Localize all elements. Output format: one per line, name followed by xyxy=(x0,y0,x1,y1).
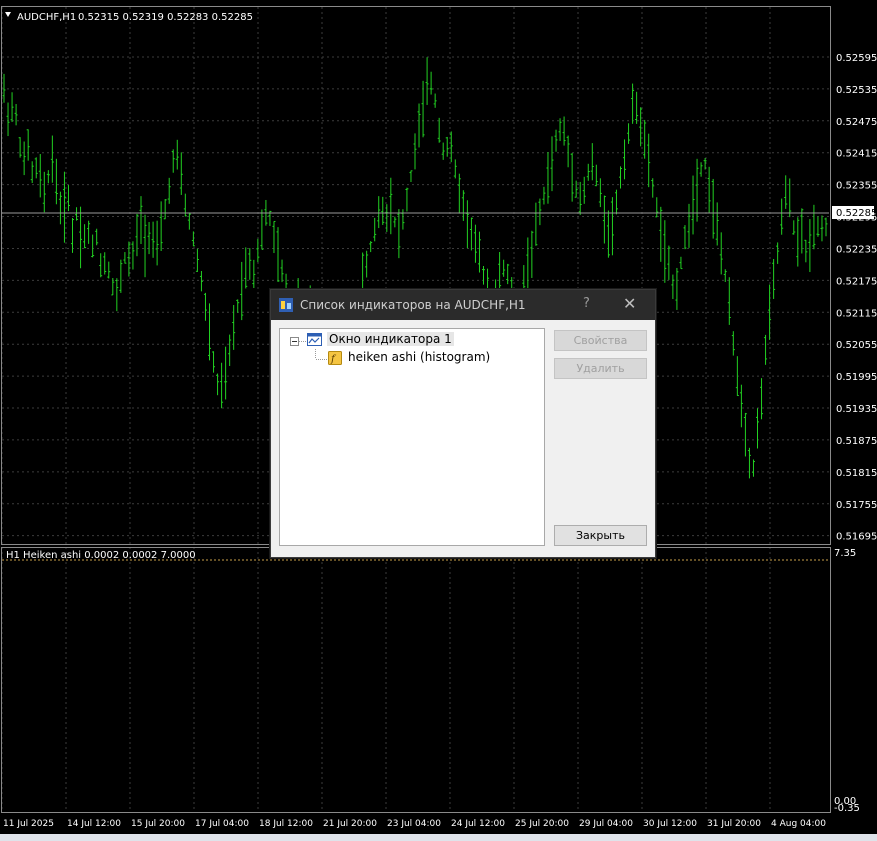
price-tick-label: 0.52115 xyxy=(836,308,877,319)
app-icon xyxy=(279,298,293,312)
tree-item-indicator-window[interactable]: Окно индикатора 1 xyxy=(327,332,454,346)
time-tick-label: 4 Aug 04:00 xyxy=(771,819,826,829)
price-tick-label: 0.51875 xyxy=(836,436,877,447)
time-tick-label: 23 Jul 04:00 xyxy=(387,819,441,829)
ohlc-readout: 0.52315 0.52319 0.52283 0.52285 xyxy=(78,12,253,23)
chart-symbol-title: AUDCHF,H1 xyxy=(17,12,76,23)
price-tick-label: 0.51755 xyxy=(836,500,877,511)
price-tick-label: 0.51935 xyxy=(836,404,877,415)
price-tick-label: 0.52415 xyxy=(836,149,877,160)
time-tick-label: 25 Jul 20:00 xyxy=(515,819,569,829)
price-tick-label: 0.52175 xyxy=(836,276,877,287)
tree-item-heiken-ashi[interactable]: heiken ashi (histogram) xyxy=(348,350,490,364)
time-tick-label: 11 Jul 2025 xyxy=(3,819,54,829)
dialog-title: Список индикаторов на AUDCHF,H1 xyxy=(300,298,526,312)
custom-indicator-icon: f xyxy=(328,351,342,365)
time-tick-label: 21 Jul 20:00 xyxy=(323,819,377,829)
price-tick-label: 0.51995 xyxy=(836,372,877,383)
indicator-window-icon xyxy=(307,333,322,346)
time-tick-label: 14 Jul 12:00 xyxy=(67,819,121,829)
properties-button[interactable]: Свойства xyxy=(554,330,647,351)
close-button[interactable]: Закрыть xyxy=(554,525,647,546)
price-tick-label: 0.52235 xyxy=(836,244,877,255)
dialog-titlebar[interactable]: Список индикаторов на AUDCHF,H1 ? ✕ xyxy=(271,290,655,320)
current-price-value: 0.52285 xyxy=(836,208,877,219)
price-tick-label: 0.52475 xyxy=(836,117,877,128)
time-tick-label: 29 Jul 04:00 xyxy=(579,819,633,829)
price-tick-label: 0.52595 xyxy=(836,53,877,64)
indicator-label: H1 Heiken ashi 0.0002 0.0002 7.0000 xyxy=(6,550,196,561)
help-icon[interactable]: ? xyxy=(583,296,590,311)
price-tick-label: 0.52355 xyxy=(836,181,877,192)
time-tick-label: 30 Jul 12:00 xyxy=(643,819,697,829)
close-icon[interactable]: ✕ xyxy=(623,294,636,313)
price-tick-label: 0.51815 xyxy=(836,468,877,479)
time-tick-label: 15 Jul 20:00 xyxy=(131,819,185,829)
time-tick-label: 24 Jul 12:00 xyxy=(451,819,505,829)
delete-button[interactable]: Удалить xyxy=(554,358,647,379)
indicator-tick-top: 7.35 xyxy=(834,548,856,559)
indicator-list-dialog: Список индикаторов на AUDCHF,H1 ? ✕ Окно… xyxy=(270,289,656,558)
indicator-tick-bottom: -0.35 xyxy=(834,803,860,814)
price-tick-label: 0.51695 xyxy=(836,532,877,543)
price-tick-label: 0.52055 xyxy=(836,340,877,351)
price-tick-label: 0.52535 xyxy=(836,85,877,96)
time-tick-label: 18 Jul 12:00 xyxy=(259,819,313,829)
bottom-scrollbar[interactable] xyxy=(0,834,877,841)
indicator-tree[interactable]: Окно индикатора 1 f heiken ashi (histogr… xyxy=(279,328,545,546)
time-tick-label: 31 Jul 20:00 xyxy=(707,819,761,829)
time-tick-label: 17 Jul 04:00 xyxy=(195,819,249,829)
